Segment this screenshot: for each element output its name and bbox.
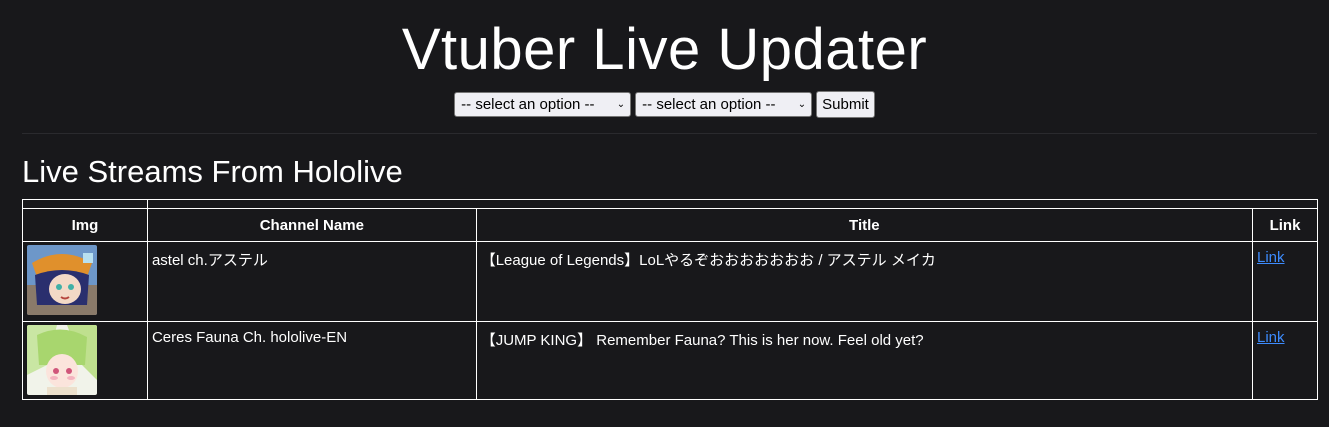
header-img: Img [22,208,148,242]
chevron-down-icon: ⌄ [797,99,807,110]
group-select-value: -- select an option -- [461,96,595,113]
avatar [27,245,97,315]
link-cell: Link [1252,241,1318,322]
streams-table: Img Channel Name Title Link astel ch.アステ… [22,208,1318,400]
group-select[interactable]: -- select an option -- ⌄ [454,92,632,117]
header-title: Title [475,208,1254,242]
filter-form: -- select an option -- ⌄ -- select an op… [0,91,1329,118]
chevron-down-icon: ⌄ [616,99,626,110]
section-heading: Live Streams From Hololive [22,154,403,189]
link-cell: Link [1252,321,1318,400]
img-cell [22,321,148,400]
stream-title: 【League of Legends】LoLやるぞおおおおおおお / アステル … [475,241,1254,322]
table-row: Ceres Fauna Ch. hololive-EN 【JUMP KING】 … [22,321,1318,400]
table-header-row: Img Channel Name Title Link [22,208,1318,242]
channel-name: Ceres Fauna Ch. hololive-EN [146,321,477,400]
header-channel-name: Channel Name [146,208,477,242]
table-row: astel ch.アステル 【League of Legends】LoLやるぞお… [22,241,1318,322]
channel-name: astel ch.アステル [146,241,477,322]
stream-link[interactable]: Link [1257,329,1285,346]
img-cell [22,241,148,322]
avatar [27,325,97,395]
divider [22,133,1317,134]
submit-button[interactable]: Submit [816,91,875,118]
stream-link[interactable]: Link [1257,249,1285,266]
branch-select[interactable]: -- select an option -- ⌄ [635,92,813,117]
table-caption [22,199,1318,209]
header-link: Link [1252,208,1318,242]
branch-select-value: -- select an option -- [642,96,776,113]
stream-title: 【JUMP KING】 Remember Fauna? This is her … [475,321,1254,400]
page-title: Vtuber Live Updater [401,17,928,82]
